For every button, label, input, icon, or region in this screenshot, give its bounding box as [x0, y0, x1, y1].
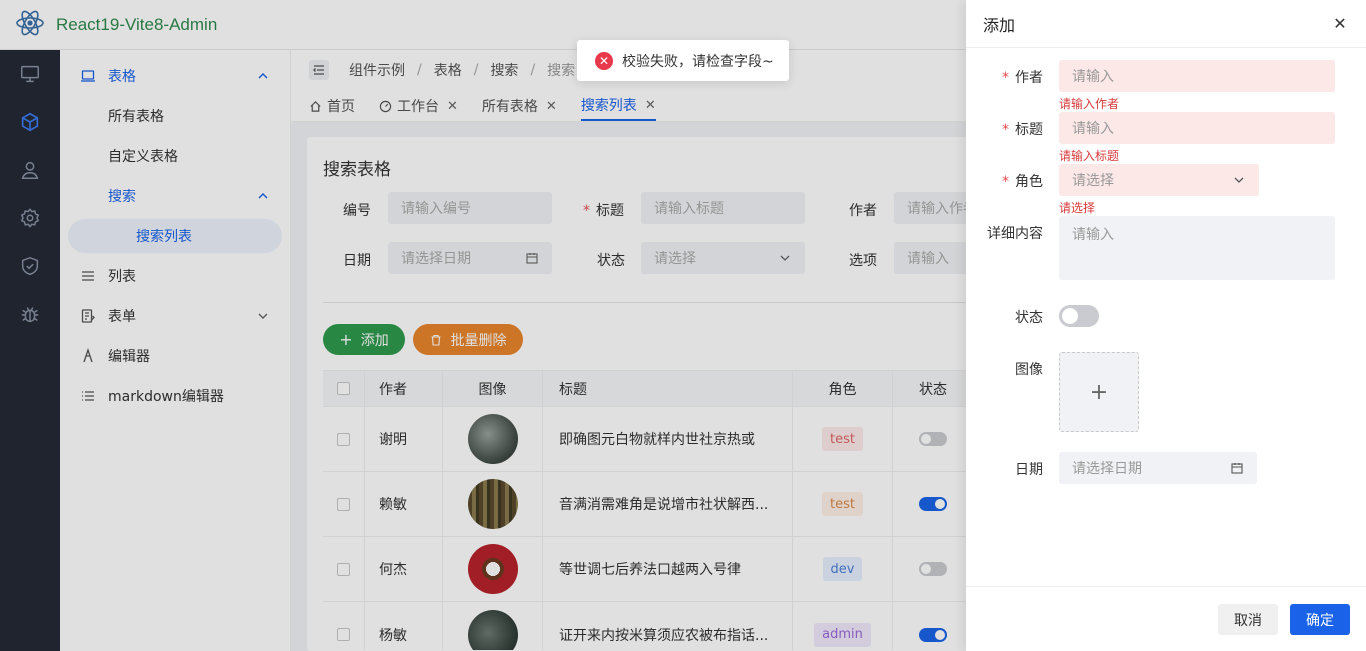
- switch-knob: [1062, 308, 1078, 324]
- title-error: 请输入标题: [1059, 149, 1120, 163]
- title-label-text: 标题: [1015, 122, 1043, 138]
- cancel-button[interactable]: 取消: [1218, 604, 1278, 635]
- error-icon: ✕: [595, 51, 613, 70]
- image-label: 图像: [1015, 362, 1043, 378]
- detail-label: 详细内容: [987, 226, 1043, 242]
- role-label-text: 角色: [1015, 174, 1043, 190]
- chevron-down-icon: [1234, 177, 1244, 183]
- author-input[interactable]: 请输入: [1059, 60, 1335, 92]
- calendar-icon: [1231, 463, 1243, 474]
- plus-icon: +: [1089, 379, 1109, 405]
- detail-textarea[interactable]: 请输入: [1059, 216, 1335, 280]
- drawer-mask[interactable]: [0, 0, 966, 651]
- role-error: 请选择: [1059, 201, 1096, 215]
- drawer-header: 添加: [966, 0, 1366, 48]
- confirm-button[interactable]: 确定: [1290, 604, 1350, 635]
- status-switch[interactable]: [1059, 305, 1099, 327]
- role-label: * 角色: [1002, 174, 1043, 190]
- status-label: 状态: [1015, 310, 1043, 326]
- title-label: * 标题: [1002, 122, 1043, 138]
- toast-message: 校验失败，请检查字段~: [622, 53, 774, 70]
- role-select[interactable]: 请选择: [1059, 164, 1259, 196]
- close-icon[interactable]: ✕: [1332, 14, 1348, 33]
- title-input[interactable]: 请输入: [1059, 112, 1335, 144]
- error-toast: ✕ 校验失败，请检查字段~: [577, 40, 789, 81]
- drawer-footer: 取消 确定: [966, 586, 1366, 651]
- role-placeholder: 请选择: [1072, 173, 1114, 189]
- image-upload[interactable]: +: [1059, 352, 1139, 432]
- author-label: * 作者: [1002, 70, 1043, 86]
- date-label: 日期: [1015, 462, 1043, 478]
- date-placeholder: 请选择日期: [1072, 461, 1142, 477]
- author-label-text: 作者: [1015, 70, 1043, 86]
- drawer-title: 添加: [983, 15, 1016, 35]
- add-drawer: 添加 ✕ * 作者 请输入 请输入作者 * 标题 请输入 请输入标题 * 角色 请选择…: [966, 0, 1366, 651]
- author-error: 请输入作者: [1059, 97, 1120, 111]
- date-picker[interactable]: 请选择日期: [1059, 452, 1257, 484]
